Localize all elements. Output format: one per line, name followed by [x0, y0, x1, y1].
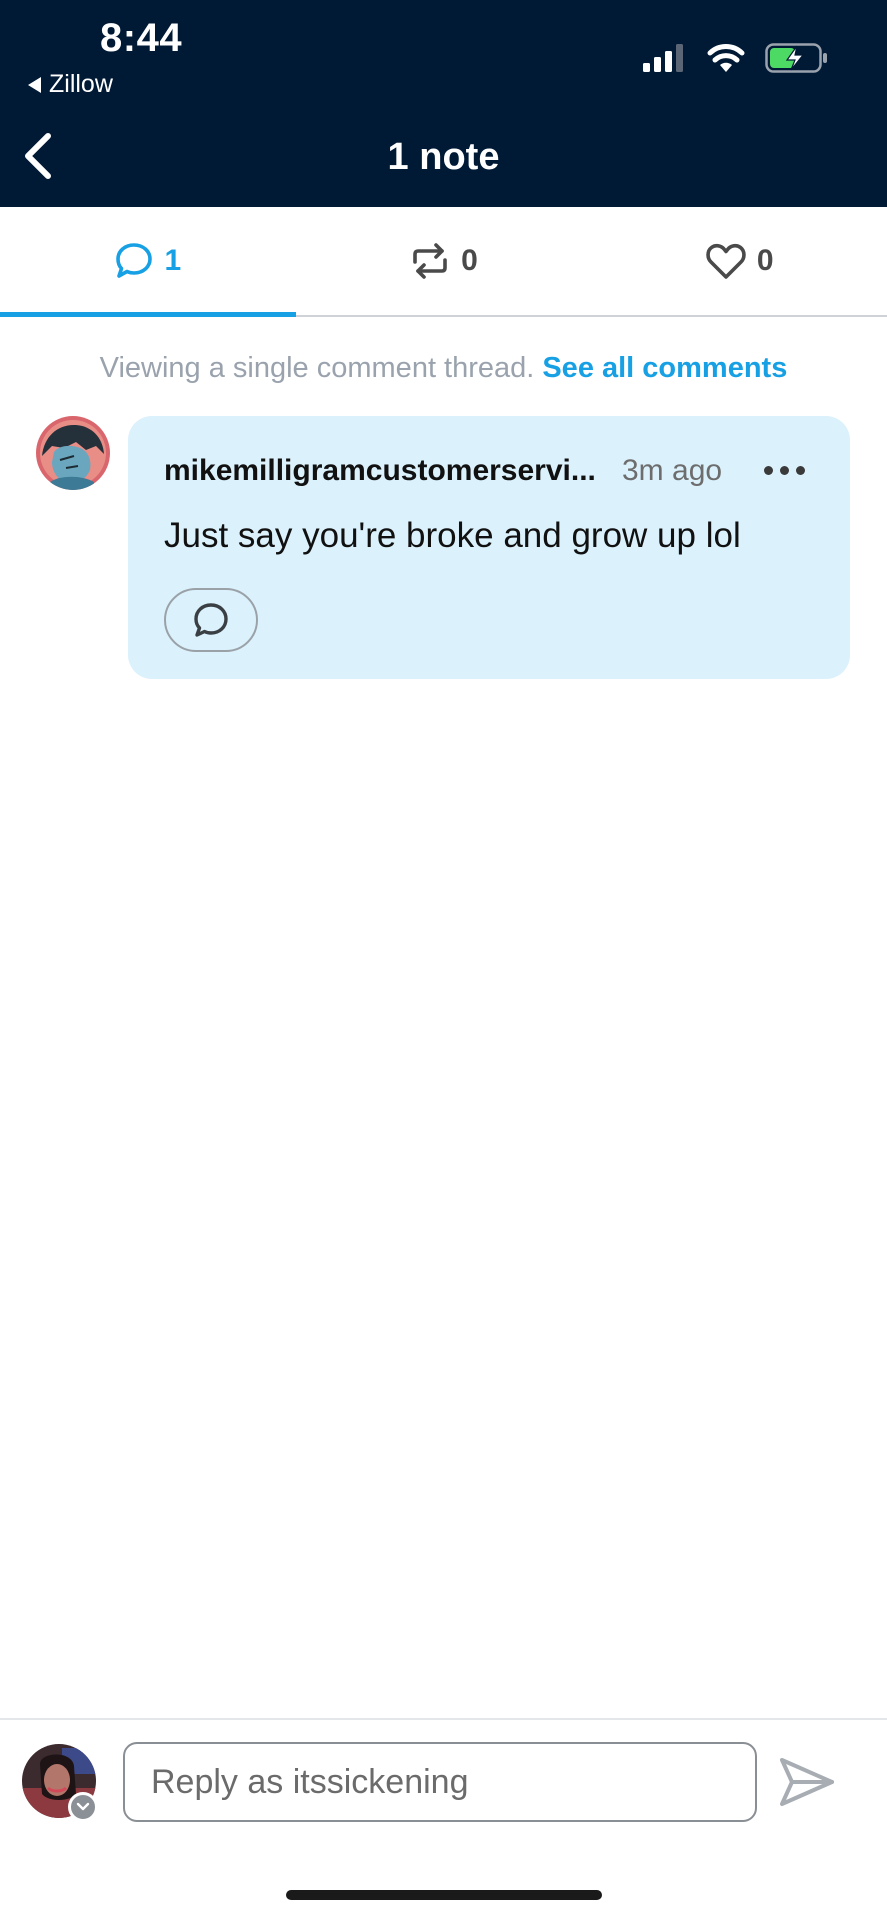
home-indicator	[286, 1890, 602, 1900]
signal-bars-icon	[643, 44, 683, 72]
see-all-comments-link[interactable]: See all comments	[542, 352, 787, 384]
page-title: 1 note	[387, 136, 500, 178]
comment-text: Just say you're broke and grow up lol	[164, 516, 741, 555]
thread-notice-text: Viewing a single comment thread.	[99, 352, 535, 384]
more-options-icon[interactable]	[764, 466, 805, 475]
comment-username[interactable]: mikemilligramcustomerservi...	[164, 454, 596, 488]
reblog-icon	[413, 243, 447, 279]
reply-to-comment-button[interactable]	[164, 588, 258, 652]
comment-timestamp: 3m ago	[622, 454, 723, 487]
heart-icon	[706, 243, 746, 279]
screen: 8:44 Zillow 1 note 1 0 0 Viewing a singl…	[0, 0, 887, 1920]
comment-bubble: mikemilligramcustomerservi... 3m ago Jus…	[128, 416, 850, 679]
back-to-app-link[interactable]: Zillow	[28, 70, 113, 99]
wifi-icon	[707, 44, 745, 72]
send-icon[interactable]	[778, 1756, 836, 1808]
tab-likes[interactable]: 0	[591, 207, 887, 315]
tab-reblogs[interactable]: 0	[296, 207, 592, 315]
reply-bar	[0, 1718, 887, 1878]
tab-comments-count: 1	[164, 244, 182, 277]
tab-reblogs-count: 0	[461, 244, 478, 277]
account-switcher-icon[interactable]	[68, 1792, 98, 1822]
battery-charging-icon	[765, 43, 827, 73]
notes-tabs: 1 0 0	[0, 207, 887, 317]
commenter-avatar-image	[36, 416, 110, 490]
dot	[780, 466, 789, 475]
dot	[764, 466, 773, 475]
status-icons	[643, 42, 829, 74]
comment-icon	[116, 243, 153, 278]
tab-comments[interactable]: 1	[0, 207, 296, 317]
thread-notice: Viewing a single comment thread. See all …	[0, 352, 887, 385]
commenter-avatar[interactable]	[36, 416, 110, 490]
reply-input[interactable]	[123, 1742, 757, 1822]
back-triangle-icon	[28, 76, 41, 93]
top-bar: 8:44 Zillow 1 note	[0, 0, 887, 207]
reply-bubble-icon	[194, 603, 228, 637]
chevron-down-icon	[76, 1802, 90, 1811]
status-time: 8:44	[100, 16, 183, 60]
dot	[796, 466, 805, 475]
tab-likes-count: 0	[756, 244, 774, 277]
back-app-label: Zillow	[49, 70, 113, 98]
